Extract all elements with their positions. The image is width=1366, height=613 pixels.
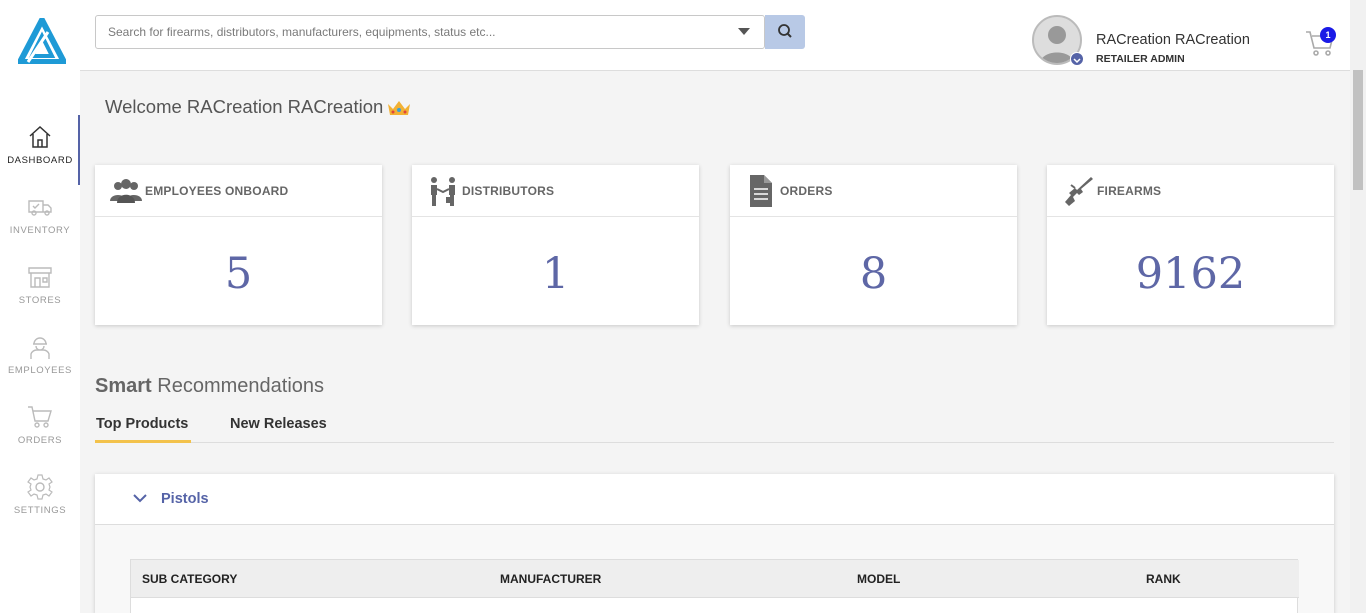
active-tab-indicator (95, 440, 191, 443)
stat-card-firearms[interactable]: FIREARMS 9162 (1047, 165, 1334, 325)
document-icon (750, 175, 772, 207)
category-accordion: Pistols SUB CATEGORY MANUFACTURER MODEL … (95, 474, 1334, 613)
card-header: ORDERS (730, 165, 1017, 217)
rifle-icon (1065, 177, 1093, 206)
column-header[interactable]: MANUFACTURER (500, 572, 601, 586)
sidebar: DASHBOARD INVENTORY STORES EMPLOYEES ORD… (0, 0, 80, 613)
cart-count-badge: 1 (1320, 27, 1336, 43)
users-icon (110, 179, 142, 203)
tabs-divider (95, 442, 1334, 443)
sidebar-item-orders[interactable]: ORDERS (0, 395, 80, 465)
table-header: SUB CATEGORY MANUFACTURER MODEL RANK (131, 560, 1299, 598)
card-value: 1 (541, 249, 570, 299)
accordion-label: Pistols (161, 491, 209, 507)
card-header: FIREARMS (1047, 165, 1334, 217)
sidebar-item-label: INVENTORY (9, 225, 71, 236)
stat-card-distributors[interactable]: DISTRIBUTORS 1 (412, 165, 699, 325)
tab-new-releases[interactable]: New Releases (230, 416, 327, 432)
recommendations-table: SUB CATEGORY MANUFACTURER MODEL RANK (130, 559, 1299, 613)
scrollbar-thumb[interactable] (1353, 70, 1363, 190)
sidebar-item-label: STORES (18, 295, 62, 306)
card-title: DISTRIBUTORS (462, 184, 555, 198)
store-icon (28, 267, 52, 288)
sidebar-item-stores[interactable]: STORES (0, 255, 80, 325)
search-button[interactable] (765, 15, 805, 49)
chevron-down-icon[interactable] (738, 28, 750, 35)
section-title-bold: Smart (95, 375, 152, 397)
accordion-header[interactable]: Pistols (95, 474, 1334, 525)
column-header[interactable]: SUB CATEGORY (142, 572, 237, 586)
chevron-down-icon (1073, 58, 1081, 64)
sidebar-item-employees[interactable]: EMPLOYEES (0, 325, 80, 395)
profile-menu-toggle[interactable] (1070, 52, 1084, 66)
card-header: EMPLOYEES ONBOARD (95, 165, 382, 217)
section-title: Smart Recommendations (95, 375, 324, 398)
section-title-rest: Recommendations (151, 375, 325, 397)
chevron-down-icon (133, 494, 147, 503)
card-value: 8 (859, 249, 888, 299)
user-role: RETAILER ADMIN (1096, 53, 1185, 65)
user-name[interactable]: RACreation RACreation (1096, 32, 1250, 48)
sidebar-item-label: DASHBOARD (7, 155, 73, 166)
stat-card-employees[interactable]: EMPLOYEES ONBOARD 5 (95, 165, 382, 325)
sidebar-item-inventory[interactable]: INVENTORY (0, 185, 80, 255)
welcome-message: Welcome RACreation RACreation (105, 96, 384, 117)
sidebar-item-dashboard[interactable]: DASHBOARD (0, 115, 80, 185)
column-header[interactable]: RANK (1146, 572, 1181, 586)
card-value: 5 (224, 249, 253, 299)
column-header[interactable]: MODEL (857, 572, 900, 586)
card-title: ORDERS (780, 184, 833, 198)
tab-top-products[interactable]: Top Products (96, 416, 188, 432)
sidebar-item-label: EMPLOYEES (7, 365, 72, 376)
app-logo[interactable] (18, 18, 66, 64)
card-title: FIREARMS (1097, 184, 1162, 198)
search-input[interactable] (96, 16, 736, 48)
home-icon (29, 125, 51, 148)
crown-icon (388, 101, 410, 115)
handshake-icon (431, 177, 455, 206)
card-title: EMPLOYEES ONBOARD (145, 184, 289, 198)
sidebar-item-label: SETTINGS (13, 505, 67, 516)
card-header: DISTRIBUTORS (412, 165, 699, 217)
cart-icon (28, 406, 52, 428)
card-value: 9162 (1135, 249, 1246, 299)
truck-icon (28, 200, 52, 216)
search-icon (778, 24, 792, 38)
gear-icon (27, 474, 53, 500)
worker-icon (30, 337, 50, 359)
search-box (95, 15, 765, 49)
stat-card-orders[interactable]: ORDERS 8 (730, 165, 1017, 325)
sidebar-item-label: ORDERS (17, 435, 63, 446)
top-header: RACreation RACreation RETAILER ADMIN 1 (80, 0, 1350, 71)
sidebar-item-settings[interactable]: SETTINGS (0, 465, 80, 535)
scrollbar[interactable] (1350, 0, 1366, 613)
